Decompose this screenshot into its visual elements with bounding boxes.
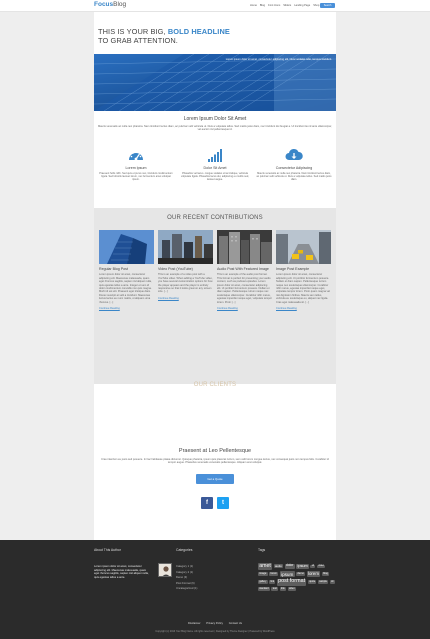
feature-2: Dolor Sit Amet Phasellus vel lacus. cong… (177, 147, 253, 182)
feature-text: Phasellus vel lacus. congue sodales urna… (181, 172, 249, 182)
tags-title: Tags (258, 548, 266, 552)
tag-link[interactable]: lorem (306, 571, 321, 578)
feature-title: Consectetur Adipiscing (275, 166, 313, 170)
feature-text: Mauris venenatis ac nulla nec pharetra. … (256, 172, 332, 182)
tag-link[interactable]: video (287, 587, 296, 591)
signal-bars-icon (177, 147, 253, 163)
post-card: Video Post (YouTube) This is an example … (158, 230, 213, 300)
post-title[interactable]: Audio Post With Featured Image (217, 267, 272, 271)
cloud-download-icon (256, 147, 332, 163)
tag-link[interactable]: dolor (284, 564, 295, 569)
top-navigation-bar: FocusBlog Home Blog Font Icons Sliders L… (0, 0, 430, 12)
tag-link[interactable]: gallery (258, 580, 268, 585)
feature-3: Consectetur Adipiscing Mauris venenatis … (256, 147, 332, 182)
copyright-text: Copyright (c) 2016 Your Blog Name. All r… (155, 630, 275, 633)
twitter-icon[interactable]: t (217, 497, 229, 509)
hero-title-highlight: BOLD HEADLINE (167, 27, 230, 36)
hero-title-prefix: THIS IS YOUR BIG, (98, 27, 168, 36)
tag-link[interactable]: demo (296, 572, 306, 577)
site-footer: About This Author Lorem ipsum dolor sit … (0, 540, 430, 639)
nav-item-blog[interactable]: Blog (260, 4, 265, 7)
main-content: THIS IS YOUR BIG, BOLD HEADLINE TO GRAB … (94, 12, 336, 540)
author-avatar (158, 563, 172, 577)
logo-part-2: Blog (113, 1, 127, 8)
clients-section-title: OUR CLIENTS (193, 382, 237, 388)
tag-link[interactable]: test (271, 587, 279, 592)
continue-reading-link[interactable]: Continue Reading (217, 307, 272, 310)
tag-cloud: amet audio dolor ipsum sit video image lorem ips… (258, 563, 336, 592)
testimonial-text: Cras interdum eu justo sed posuere. In h… (101, 458, 329, 465)
post-thumbnail[interactable] (276, 230, 331, 264)
tag-link[interactable]: blog (321, 572, 330, 577)
search-button[interactable]: Search (320, 3, 335, 8)
facebook-icon[interactable]: f (201, 497, 213, 509)
post-excerpt: Lorem ipsum dolor sit amet, consectetur … (99, 273, 152, 304)
post-thumbnail[interactable] (217, 230, 272, 264)
nav-item-font-icons[interactable]: Font Icons (268, 4, 280, 7)
tag-link[interactable]: sit (310, 564, 316, 569)
tag-link[interactable]: ipsum (296, 563, 309, 569)
get-a-quote-button[interactable]: Get a Quote (196, 474, 234, 484)
tag-link[interactable]: sit (329, 580, 335, 585)
categories-title: Categories (176, 548, 193, 552)
post-excerpt: This is an example of a video post with … (158, 273, 213, 294)
category-item[interactable]: Uncategorized (1) (176, 586, 197, 592)
hero-title-line2: TO GRAB ATTENTION. (98, 36, 178, 45)
tag-link[interactable]: standard (258, 587, 270, 591)
footer-links: Disclaimer Privacy Policy Contact Us (0, 622, 430, 625)
tag-link[interactable]: link (269, 580, 276, 585)
nav-item-landing-page[interactable]: Landing Page (294, 4, 310, 7)
hero-image: Lorem ipsum dolor sit amet, consectetur … (94, 54, 336, 111)
nav-item-home[interactable]: Home (250, 4, 257, 7)
tag-link[interactable]: amet (258, 563, 273, 570)
post-card: Audio Post With Featured Image This is a… (217, 230, 272, 310)
about-author-text: Lorem ipsum dolor sit amet, consectetur … (94, 565, 149, 579)
post-thumbnail[interactable] (99, 230, 154, 264)
dashboard-icon (98, 147, 174, 163)
continue-reading-link[interactable]: Continue Reading (158, 297, 213, 300)
tag-link[interactable]: video (316, 564, 326, 569)
testimonial-title: Praesent at Leo Pellentesque (178, 448, 252, 454)
nav-item-sliders[interactable]: Sliders (283, 4, 291, 7)
tag-link[interactable]: sample (317, 580, 329, 585)
tag-link[interactable]: lorem (269, 572, 279, 577)
privacy-policy-link[interactable]: Privacy Policy (206, 622, 223, 625)
site-logo[interactable]: FocusBlog (94, 1, 126, 8)
feature-1: Lorem Ipsum Praesent hollo nibh. Sed qui… (98, 147, 174, 182)
post-title[interactable]: Image Post Example (276, 267, 331, 271)
recent-section-title: OUR RECENT CONTRIBUTIONS (167, 215, 263, 221)
category-list: Category 1 (1) Category 2 (1) Demo (3) P… (176, 564, 197, 592)
tag-link[interactable]: audio (273, 564, 284, 569)
intro-title: Lorem Ipsum Dolor Sit Amet (183, 116, 247, 122)
feature-title: Lorem Ipsum (125, 166, 147, 170)
intro-text: Mauris venenatis ac nulla nec pharetra. … (98, 125, 332, 132)
post-thumbnail[interactable] (158, 230, 213, 264)
logo-part-1: Focus (94, 1, 114, 8)
tag-link[interactable]: image (258, 572, 268, 577)
tag-link[interactable]: ipsum (279, 571, 295, 578)
hero-caption: Lorem ipsum dolor sit amet, consectetur … (225, 58, 332, 61)
main-nav: Home Blog Font Icons Sliders Landing Pag… (250, 3, 335, 8)
post-title[interactable]: Video Post (YouTube) (158, 267, 213, 271)
feature-text: Praesent hollo nibh. Sed quis et purus n… (99, 172, 173, 182)
contact-us-link[interactable]: Contact Us (229, 622, 242, 625)
hero-headline: THIS IS YOUR BIG, BOLD HEADLINE TO GRAB … (98, 27, 334, 45)
about-author-title: About This Author (94, 548, 121, 552)
recent-contributions-section: OUR RECENT CONTRIBUTIONS Regular Blog Po… (94, 208, 336, 384)
post-excerpt: Lorem ipsum dolor sit amet, consectetur … (276, 273, 330, 304)
continue-reading-link[interactable]: Continue Reading (276, 307, 331, 310)
post-title[interactable]: Regular Blog Post (99, 267, 154, 271)
continue-reading-link[interactable]: Continue Reading (99, 307, 154, 310)
post-excerpt: This is an example of the audio post for… (217, 273, 272, 304)
tag-link[interactable]: post format (276, 578, 307, 586)
feature-title: Dolor Sit Amet (203, 166, 227, 170)
disclaimer-link[interactable]: Disclaimer (188, 622, 201, 625)
post-card: Image Post Example Lorem ipsum dolor sit… (276, 230, 331, 310)
post-card: Regular Blog Post Lorem ipsum dolor sit … (99, 230, 154, 310)
nav-item-shop[interactable]: Shop (313, 4, 319, 7)
tag-link[interactable]: title (279, 587, 287, 591)
tag-link[interactable]: quote (307, 580, 317, 585)
